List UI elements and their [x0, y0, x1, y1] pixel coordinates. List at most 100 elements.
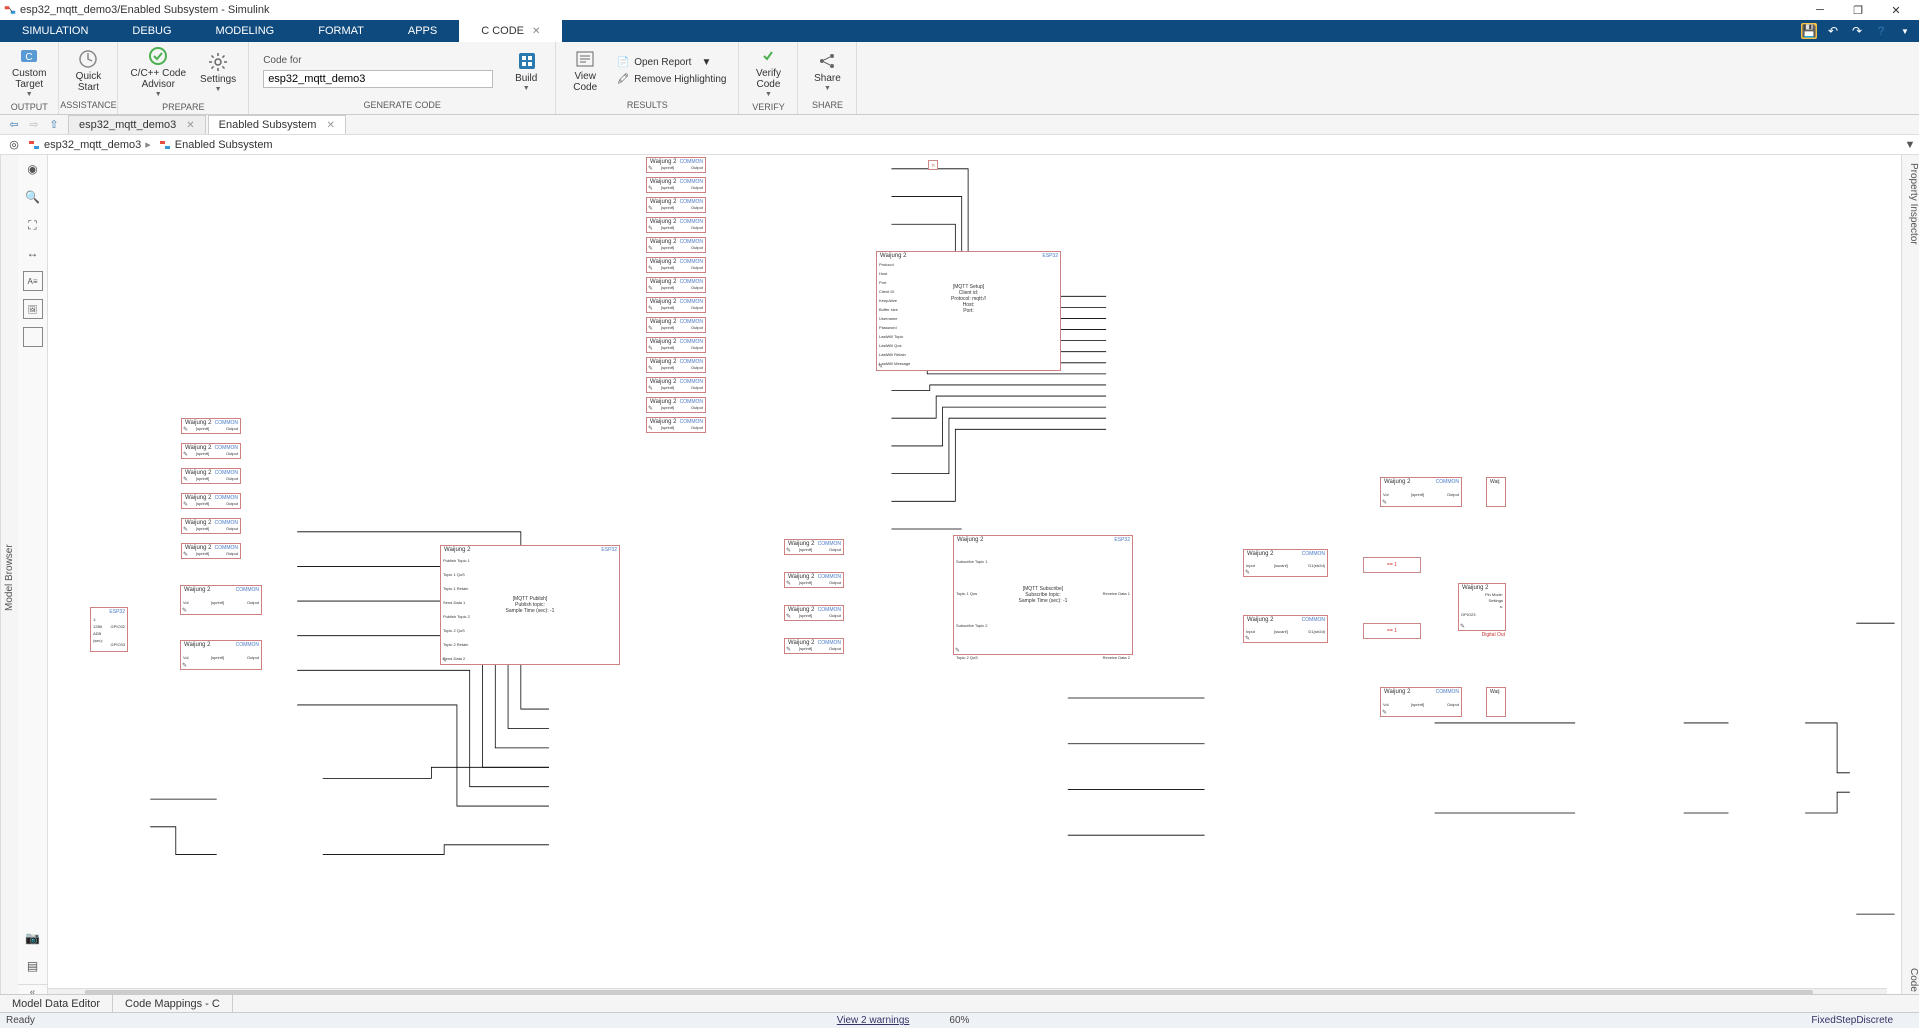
mqtt-setup-center: [MQTT Setup] Client id: Protocol: mqtt:/… [951, 284, 986, 314]
open-report-button[interactable]: 📄 Open Report ▼ [616, 56, 726, 70]
block-sscanf-1[interactable]: Waijung 2 COMMON Input [sscanf] D1(str2d… [1243, 549, 1328, 577]
left-sprintf-4[interactable]: Waijung 2 COMMON [sprintf] Output [181, 518, 241, 534]
top-sprintf-10[interactable]: Waijung 2 COMMON [sprintf] Output [646, 357, 706, 373]
code-for-input[interactable] [263, 70, 493, 88]
simulink-icon [4, 4, 16, 16]
nav-forward-icon[interactable]: ⇨ [26, 117, 42, 133]
top-sprintf-11[interactable]: Waijung 2 COMMON [sprintf] Output [646, 377, 706, 393]
view-code-button[interactable]: View Code [562, 47, 608, 95]
status-zoom[interactable]: 60% [949, 1015, 969, 1026]
top-sprintf-7[interactable]: Waijung 2 COMMON [sprintf] Output [646, 297, 706, 313]
palette-stack-icon[interactable]: ▤ [23, 956, 43, 976]
block-mqtt-publish[interactable]: Waijung 2 ESP32 [MQTT Publish] Publish t… [440, 545, 620, 665]
sub-sprintf-1[interactable]: Waijung 2 COMMON [sprintf] Output [784, 572, 844, 588]
block-vol-2[interactable]: Waijung 2 COMMON Vol [sprintf] Output [180, 640, 262, 670]
block-digital-out[interactable]: Waijung 2 Pin Mode: Settings s: GPIO23 D… [1458, 583, 1506, 631]
block-partial-1[interactable]: Waij [1486, 477, 1506, 507]
verify-code-button[interactable]: Verify Code ▼ [745, 44, 791, 100]
breadcrumb-model[interactable]: esp32_mqtt_demo3 [44, 139, 141, 151]
code-advisor-button[interactable]: C/C++ Code Advisor ▼ [124, 44, 192, 100]
model-browser-tab[interactable]: Model Browser [0, 155, 18, 1000]
close-button[interactable]: ✕ [1877, 0, 1915, 20]
top-sprintf-12[interactable]: Waijung 2 COMMON [sprintf] Output [646, 397, 706, 413]
block-vol-r1[interactable]: Waijung 2 COMMON Vol [sprintf] Output [1380, 477, 1462, 507]
top-sprintf-4[interactable]: Waijung 2 COMMON [sprintf] Output [646, 237, 706, 253]
share-button[interactable]: Share ▼ [804, 49, 850, 94]
property-inspector-tab[interactable]: Property Inspector [1902, 155, 1919, 253]
tab-format[interactable]: FORMAT [296, 20, 386, 42]
sub-sprintf-3[interactable]: Waijung 2 COMMON [sprintf] Output [784, 638, 844, 654]
quick-start-button[interactable]: Quick Start [65, 47, 111, 95]
left-sprintf-1[interactable]: Waijung 2 COMMON [sprintf] Output [181, 443, 241, 459]
palette-image-icon[interactable]: 🖼 [23, 299, 43, 319]
top-sprintf-5[interactable]: Waijung 2 COMMON [sprintf] Output [646, 257, 706, 273]
block-sscanf-2[interactable]: Waijung 2 COMMON Input [sscanf] D1(str2d… [1243, 615, 1328, 643]
top-sprintf-2[interactable]: Waijung 2 COMMON [sprintf] Output [646, 197, 706, 213]
help-dropdown-icon[interactable]: ▼ [1897, 23, 1913, 39]
top-sprintf-8[interactable]: Waijung 2 COMMON [sprintf] Output [646, 317, 706, 333]
maximize-button[interactable]: ❐ [1839, 0, 1877, 20]
breadcrumb-subsystem[interactable]: Enabled Subsystem [175, 139, 273, 151]
status-solver[interactable]: FixedStepDiscrete [1811, 1015, 1893, 1026]
block-vol-1[interactable]: Waijung 2 COMMON Vol [sprintf] Output [180, 585, 262, 615]
breadcrumb-target-icon[interactable]: ◎ [7, 138, 21, 152]
pencil-icon [442, 657, 448, 663]
doc-tab-subsystem[interactable]: Enabled Subsystem ✕ [208, 115, 346, 134]
palette-area-icon[interactable] [23, 327, 43, 347]
block-mqtt-setup[interactable]: Waijung 2 ESP32 [MQTT Setup] Client id: … [876, 251, 1061, 371]
redo-icon[interactable]: ↷ [1849, 23, 1865, 39]
top-sprintf-6[interactable]: Waijung 2 COMMON [sprintf] Output [646, 277, 706, 293]
tab-c-code-close-icon[interactable]: ✕ [532, 26, 540, 37]
view-code-label: View Code [573, 71, 597, 93]
report-icon: 📄 [616, 56, 630, 70]
status-warnings-link[interactable]: View 2 warnings [837, 1015, 910, 1026]
check-icon [148, 46, 168, 66]
tab-code-mappings[interactable]: Code Mappings - C [113, 995, 233, 1012]
doc-tab-model[interactable]: esp32_mqtt_demo3 ✕ [68, 115, 206, 134]
sub-sprintf-0[interactable]: Waijung 2 COMMON [sprintf] Output [784, 539, 844, 555]
tab-c-code[interactable]: C CODE ✕ [459, 20, 562, 42]
palette-zoom-icon[interactable]: 🔍 [23, 187, 43, 207]
doc-tab-model-close-icon[interactable]: ✕ [186, 120, 194, 131]
palette-hide-icon[interactable]: ◉ [23, 159, 43, 179]
left-sprintf-5[interactable]: Waijung 2 COMMON [sprintf] Output [181, 543, 241, 559]
save-icon[interactable]: 💾 [1801, 23, 1817, 39]
left-sprintf-0[interactable]: Waijung 2 COMMON [sprintf] Output [181, 418, 241, 434]
palette-camera-icon[interactable]: 📷 [23, 928, 43, 948]
help-icon[interactable]: ? [1873, 23, 1889, 39]
tab-debug[interactable]: DEBUG [110, 20, 193, 42]
left-sprintf-3[interactable]: Waijung 2 COMMON [sprintf] Output [181, 493, 241, 509]
top-sprintf-3[interactable]: Waijung 2 COMMON [sprintf] Output [646, 217, 706, 233]
doc-tab-subsystem-close-icon[interactable]: ✕ [326, 120, 334, 131]
custom-target-button[interactable]: C Custom Target ▼ [6, 44, 52, 100]
nav-back-icon[interactable]: ⇦ [6, 117, 22, 133]
build-button[interactable]: Build ▼ [503, 49, 549, 94]
tab-model-data-editor[interactable]: Model Data Editor [0, 995, 113, 1012]
palette-arrow-icon[interactable]: ↔ [23, 243, 43, 263]
palette-fit-icon[interactable]: ⛶ [23, 215, 43, 235]
sub-sprintf-2[interactable]: Waijung 2 COMMON [sprintf] Output [784, 605, 844, 621]
undo-icon[interactable]: ↶ [1825, 23, 1841, 39]
block-adc[interactable]: ESP32 1:12BitADB(sec): GPIO32 GPIO33 [90, 607, 128, 652]
top-sprintf-1[interactable]: Waijung 2 COMMON [sprintf] Output [646, 177, 706, 193]
left-sprintf-2[interactable]: Waijung 2 COMMON [sprintf] Output [181, 468, 241, 484]
tab-modeling[interactable]: MODELING [194, 20, 297, 42]
block-compare-1[interactable]: == 1 [1363, 557, 1421, 573]
top-sprintf-13[interactable]: Waijung 2 COMMON [sprintf] Output [646, 417, 706, 433]
nav-up-icon[interactable]: ⇧ [46, 117, 62, 133]
top-sprintf-0[interactable]: Waijung 2 COMMON [sprintf] Output [646, 157, 706, 173]
model-canvas[interactable]: ⊓ Waijung 2 COMMON [sprintf] Output Waij… [48, 155, 1901, 1000]
palette-annotation-icon[interactable]: A≡ [23, 271, 43, 291]
block-partial-3[interactable]: Waij [1486, 687, 1506, 717]
tab-apps[interactable]: APPS [386, 20, 459, 42]
enable-port-icon[interactable]: ⊓ [928, 160, 938, 170]
minimize-button[interactable]: ─ [1801, 0, 1839, 20]
block-mqtt-subscribe[interactable]: Waijung 2 ESP32 [MQTT Subscribe] Subscri… [953, 535, 1133, 655]
settings-button[interactable]: Settings ▼ [194, 50, 242, 95]
breadcrumb-dropdown-icon[interactable]: ▼ [1901, 139, 1919, 151]
tab-simulation[interactable]: SIMULATION [0, 20, 110, 42]
block-vol-r2[interactable]: Waijung 2 COMMON Vol [sprintf] Output [1380, 687, 1462, 717]
block-compare-2[interactable]: == 1 [1363, 623, 1421, 639]
remove-highlighting-button[interactable]: 🖍 Remove Highlighting [616, 73, 726, 87]
top-sprintf-9[interactable]: Waijung 2 COMMON [sprintf] Output [646, 337, 706, 353]
